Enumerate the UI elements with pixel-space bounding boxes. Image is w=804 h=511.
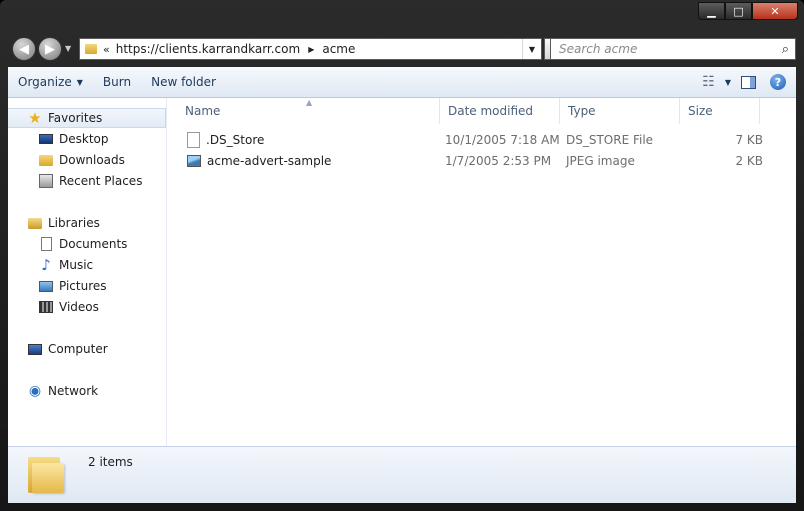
network-globe-icon: ◉ [28,383,42,399]
column-header-size[interactable]: Size [680,98,760,124]
star-icon: ★ [28,109,42,127]
preview-pane-icon[interactable] [741,75,756,89]
help-icon[interactable]: ? [770,74,786,90]
sidebar-item-documents[interactable]: Documents [8,234,166,254]
organize-button[interactable]: Organize ▼ [8,75,93,89]
libraries-icon [28,217,42,229]
sidebar-item-label: Computer [48,342,108,356]
file-name: .DS_Store [206,133,265,147]
documents-icon [39,237,53,251]
sidebar-item-pictures[interactable]: Pictures [8,276,166,296]
search-icon[interactable]: ⌕ [782,42,789,57]
organize-label: Organize [18,75,72,89]
toolbar-right-group: ☷ ▼ ? [698,74,796,90]
sidebar-item-label: Videos [59,300,99,314]
sidebar-item-label: Network [48,384,99,398]
maximize-button[interactable]: □ [725,2,752,20]
file-name-cell: .DS_Store [187,130,264,150]
file-row[interactable]: .DS_Store 10/1/2005 7:18 AM DS_STORE Fil… [177,130,777,150]
sidebar-item-label: Desktop [59,132,109,146]
pictures-icon [39,280,53,292]
navigation-bar: ◀ ▶ ▼ « https://clients.karrandkarr.com … [8,34,796,64]
file-size: 7 KB [735,133,763,147]
sidebar-item-recent-places[interactable]: Recent Places [8,171,166,191]
file-size: 2 KB [735,154,763,168]
file-list: ▲ Name Date modified Type Size .DS_Store… [167,98,796,446]
computer-icon [28,343,42,355]
views-dropdown-icon[interactable]: ▼ [719,78,741,87]
music-note-icon: ♪ [41,256,51,274]
sidebar-item-favorites[interactable]: ★ Favorites [8,108,166,128]
desktop-icon [39,134,53,144]
folder-icon [85,44,97,54]
column-headers: ▲ Name Date modified Type Size [167,98,796,124]
column-header-name[interactable]: Name [177,98,440,124]
details-pane: 2 items [8,446,796,503]
image-icon [187,155,201,167]
address-overflow-chevron[interactable]: « [103,43,110,56]
film-strip-icon [39,301,53,313]
sidebar-item-label: Libraries [48,216,100,230]
sidebar-item-computer[interactable]: Computer [8,339,166,359]
search-input[interactable] [557,41,771,57]
file-type: DS_STORE File [566,133,654,147]
burn-label: Burn [102,75,132,89]
column-header-type[interactable]: Type [560,98,680,124]
file-date: 10/1/2005 7:18 AM [445,133,560,147]
sidebar-item-libraries[interactable]: Libraries [8,213,166,233]
sidebar-item-music[interactable]: ♪ Music [8,255,166,275]
address-bar[interactable]: « https://clients.karrandkarr.com ▶ acme… [79,38,542,60]
recent-places-icon [39,174,53,188]
sidebar-item-desktop[interactable]: Desktop [8,129,166,149]
burn-button[interactable]: Burn [93,75,141,89]
recent-pages-dropdown[interactable]: ▼ [65,44,71,53]
sidebar-item-label: Favorites [48,111,103,125]
file-name-cell: acme-advert-sample [187,151,331,171]
sidebar-item-label: Music [59,258,94,272]
sidebar-item-videos[interactable]: Videos [8,297,166,317]
sidebar-item-label: Recent Places [59,174,143,188]
file-row[interactable]: acme-advert-sample 1/7/2005 2:53 PM JPEG… [177,151,777,171]
chevron-down-icon: ▼ [76,77,83,87]
caption-buttons: ▁ □ ✕ [698,2,798,20]
minimize-button[interactable]: ▁ [698,2,725,20]
new-folder-label: New folder [151,75,216,89]
navigation-pane: ★ Favorites Desktop Downloads Recent Pla… [8,98,167,446]
close-button[interactable]: ✕ [752,2,798,20]
new-folder-button[interactable]: New folder [141,75,226,89]
explorer-window: ▁ □ ✕ ◀ ▶ ▼ « https://clients.karrandkar… [0,0,804,511]
sidebar-item-label: Downloads [59,153,125,167]
folder-icon [28,453,66,493]
file-name: acme-advert-sample [207,154,332,168]
command-toolbar: Organize ▼ Burn New folder ☷ ▼ ? [8,67,796,98]
address-dropdown-icon[interactable]: ▼ [522,39,541,59]
sidebar-item-label: Documents [59,237,128,251]
address-segment-folder[interactable]: acme [322,42,355,56]
address-segment-host[interactable]: https://clients.karrandkarr.com [116,42,300,56]
back-button[interactable]: ◀ [12,37,36,61]
file-icon [187,132,200,148]
downloads-folder-icon [39,154,53,166]
file-date: 1/7/2005 2:53 PM [445,154,552,168]
file-type: JPEG image [566,154,635,168]
item-count: 2 items [88,455,133,469]
sidebar-item-downloads[interactable]: Downloads [8,150,166,170]
sidebar-item-label: Pictures [59,279,107,293]
address-separator-icon[interactable]: ▶ [308,45,314,54]
sidebar-item-network[interactable]: ◉ Network [8,381,166,401]
column-header-date-modified[interactable]: Date modified [440,98,560,124]
views-icon[interactable]: ☷ [698,74,719,90]
content-area: ★ Favorites Desktop Downloads Recent Pla… [8,98,796,446]
forward-button[interactable]: ▶ [38,37,62,61]
search-box[interactable]: ⌕ [550,38,796,60]
